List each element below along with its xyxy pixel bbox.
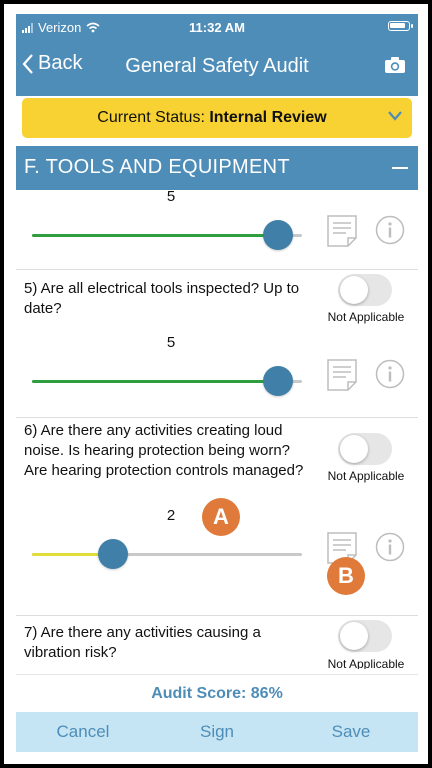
status-value: Internal Review	[209, 109, 327, 126]
slider-value: 2	[166, 507, 176, 524]
chevron-down-icon	[388, 111, 402, 121]
info-icon[interactable]	[375, 215, 405, 245]
question-item: 5	[16, 191, 418, 270]
question-text: 5) Are all electrical tools inspected? U…	[24, 280, 300, 317]
slider-value: 5	[166, 191, 176, 205]
score-slider[interactable]	[32, 539, 302, 569]
question-text: 7) Are there any activities causing a vi…	[24, 624, 261, 661]
question-item: 6) Are there any activities creating lou…	[16, 417, 418, 616]
slider-thumb[interactable]	[262, 366, 293, 396]
save-button[interactable]: Save	[286, 722, 416, 742]
note-icon[interactable]	[326, 214, 358, 248]
not-applicable-toggle[interactable]	[338, 620, 392, 652]
info-icon[interactable]	[375, 359, 405, 389]
sign-button[interactable]: Sign	[152, 722, 282, 742]
not-applicable-toggle[interactable]	[338, 274, 392, 306]
question-item: 7) Are there any activities causing a vi…	[16, 615, 418, 669]
status-dropdown[interactable]: Current Status: Internal Review	[22, 98, 412, 138]
battery-icon	[388, 21, 413, 31]
not-applicable-label: Not Applicable	[327, 469, 405, 483]
status-label: Current Status:	[97, 109, 210, 126]
callout-badge-a: A	[202, 498, 240, 536]
slider-fill	[32, 234, 278, 237]
section-header[interactable]: F. TOOLS AND EQUIPMENT	[16, 146, 418, 190]
nav-bar: Back General Safety Audit	[16, 44, 418, 92]
not-applicable-toggle[interactable]	[338, 433, 392, 465]
question-list[interactable]: 5 5) Are all electrical tools inspected?…	[16, 191, 418, 669]
collapse-icon[interactable]	[392, 167, 408, 169]
question-text: 6) Are there any activities creating lou…	[24, 422, 304, 479]
section-title: F. TOOLS AND EQUIPMENT	[24, 156, 290, 178]
app-screen: Verizon 11:32 AM Back General Safety Aud…	[16, 14, 418, 760]
status-bar: Verizon 11:32 AM	[16, 14, 418, 42]
note-icon[interactable]	[326, 358, 358, 392]
slider-thumb[interactable]	[262, 220, 293, 250]
camera-icon[interactable]	[384, 56, 406, 74]
info-icon[interactable]	[375, 532, 405, 562]
not-applicable-label: Not Applicable	[327, 310, 405, 324]
clock: 11:32 AM	[189, 20, 245, 35]
device-frame: Verizon 11:32 AM Back General Safety Aud…	[4, 4, 428, 764]
app-header: Verizon 11:32 AM Back General Safety Aud…	[16, 14, 418, 96]
score-slider[interactable]	[32, 220, 302, 250]
bottom-action-bar: Cancel Sign Save	[16, 712, 418, 752]
slider-value: 5	[166, 334, 176, 351]
slider-thumb[interactable]	[98, 539, 128, 569]
slider-fill	[32, 380, 278, 383]
cancel-button[interactable]: Cancel	[18, 722, 148, 742]
callout-badge-b: B	[327, 557, 365, 595]
audit-score: Audit Score: 86%	[16, 674, 418, 713]
question-item: 5) Are all electrical tools inspected? U…	[16, 269, 418, 418]
status-text: Current Status: Internal Review	[22, 109, 402, 127]
score-slider[interactable]	[32, 366, 302, 396]
page-title: General Safety Audit	[125, 55, 309, 77]
not-applicable-label: Not Applicable	[327, 657, 405, 669]
